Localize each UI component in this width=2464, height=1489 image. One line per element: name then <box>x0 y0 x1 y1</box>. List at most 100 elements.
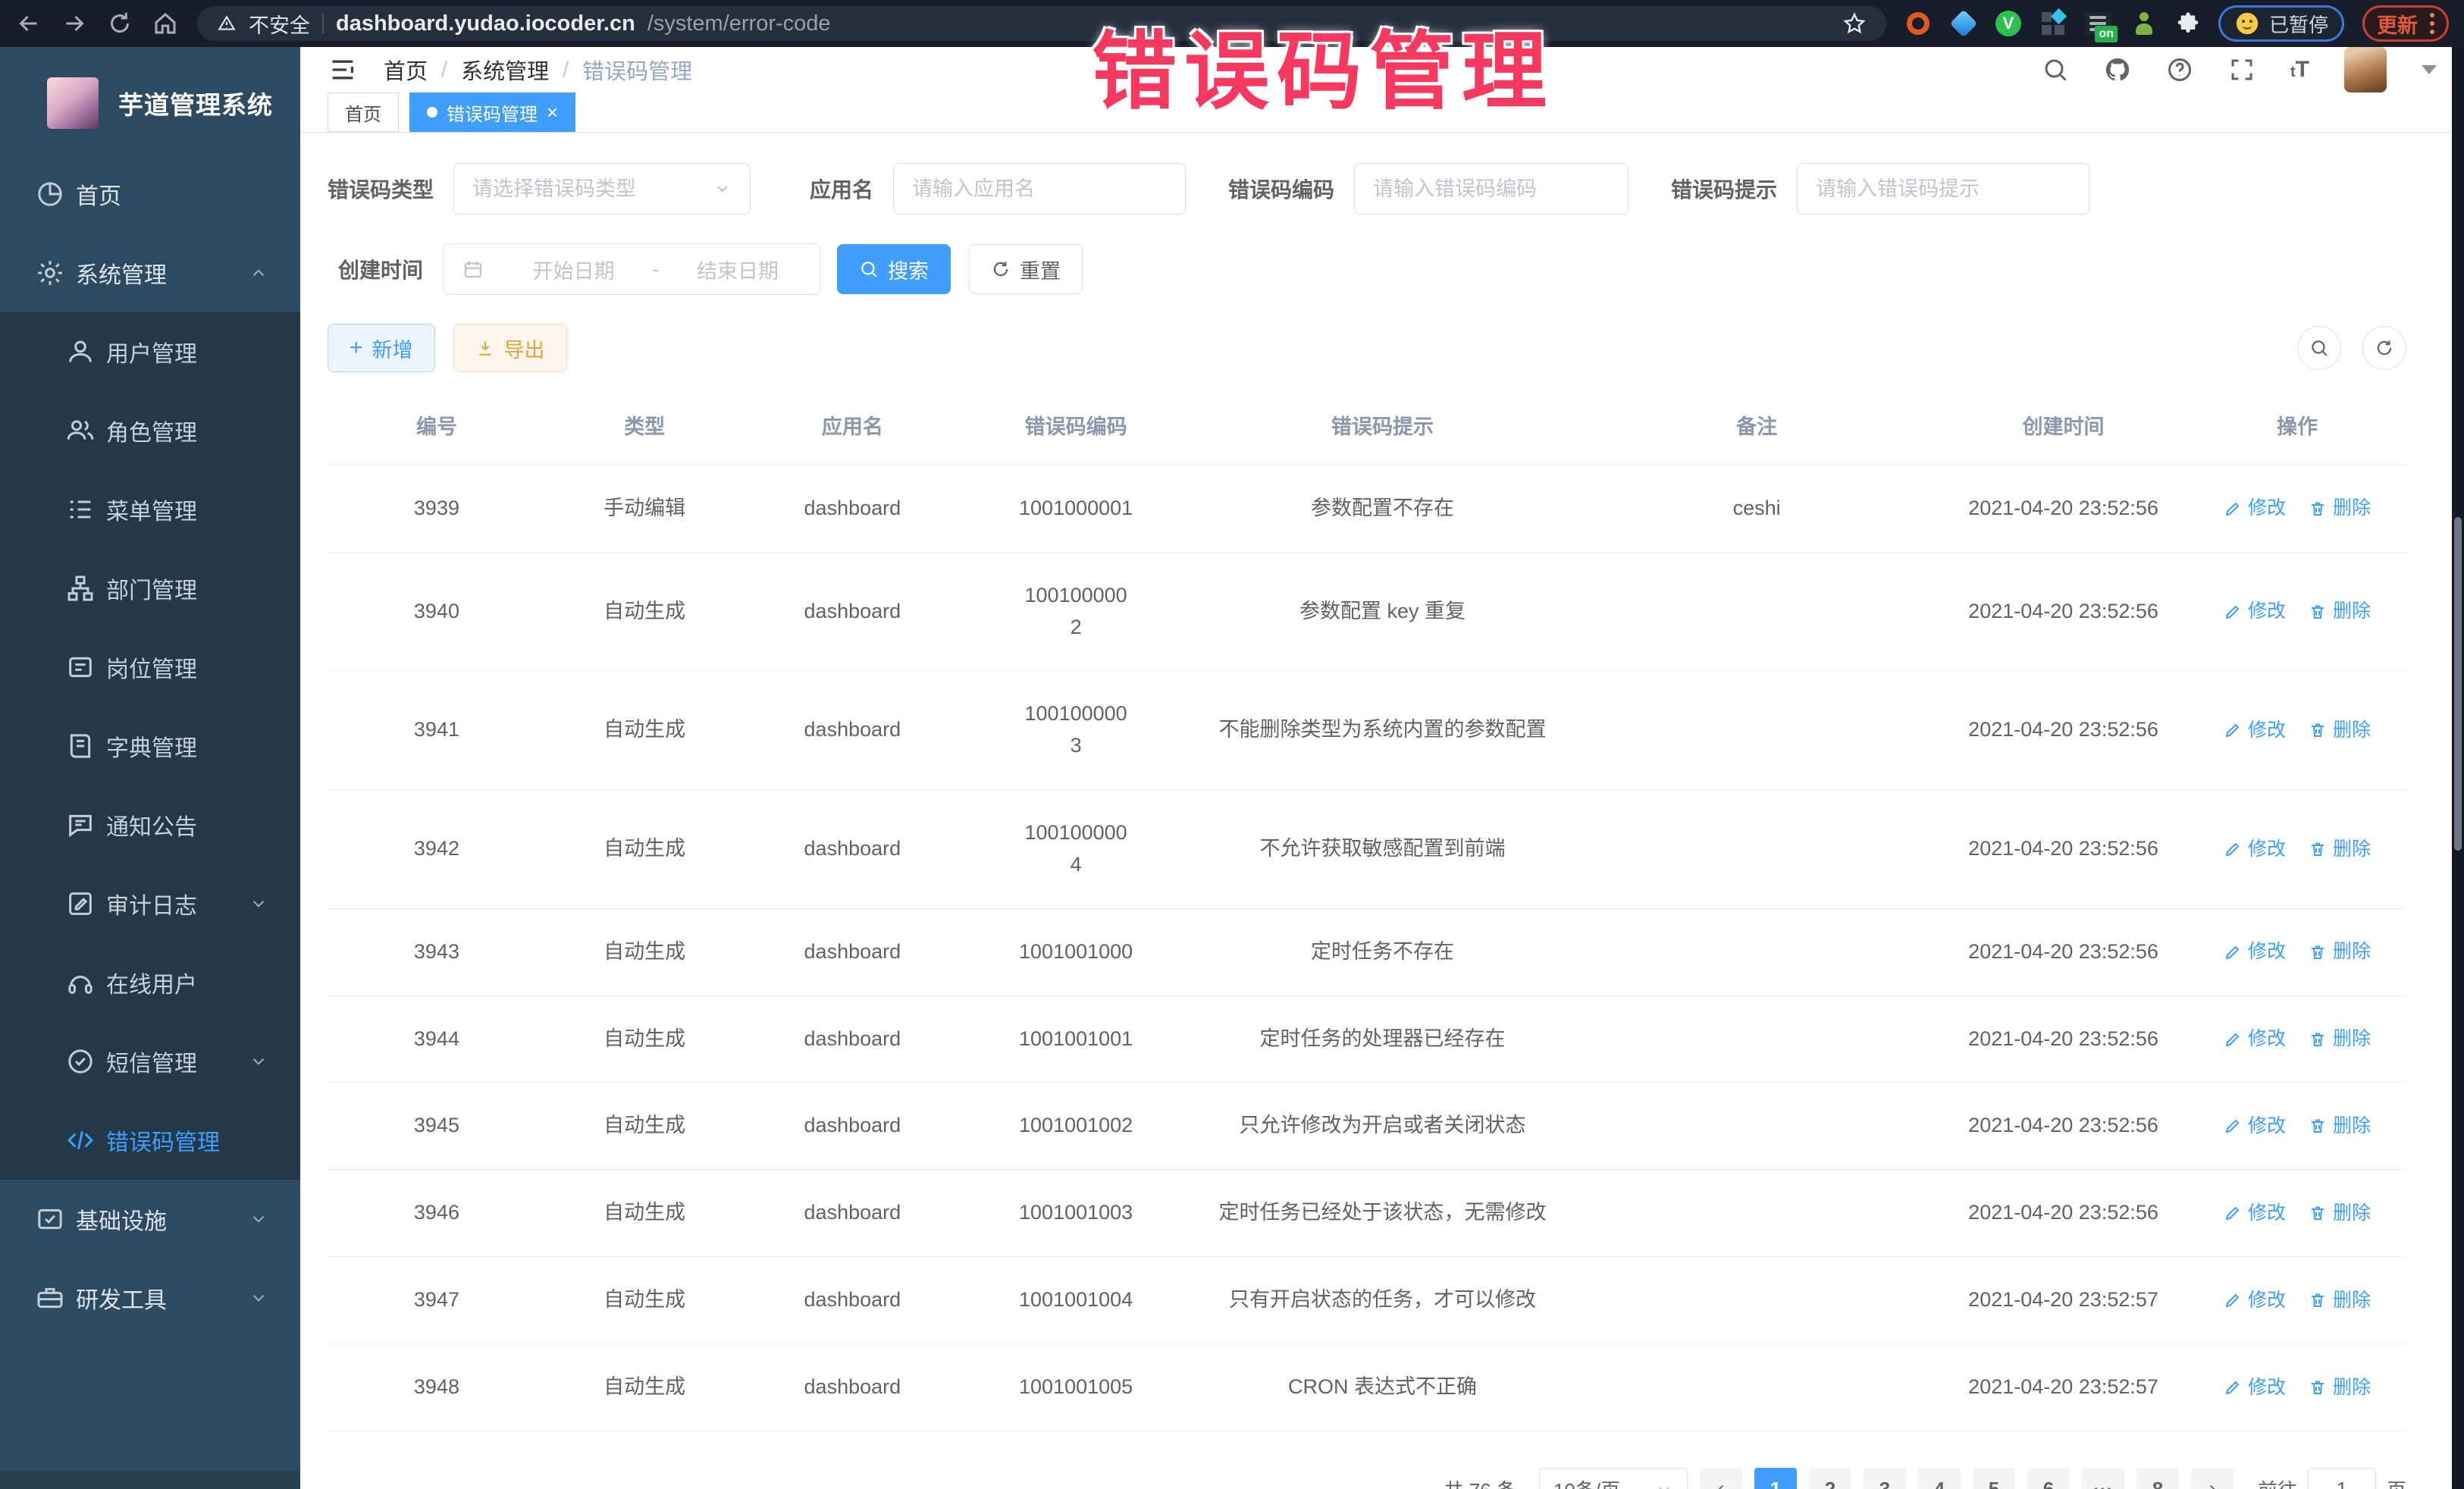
url-bar[interactable]: 不安全 dashboard.yudao.iocoder.cn /system/e… <box>197 6 1886 41</box>
table-row: 3940自动生成dashboard100100000 2参数配置 key 重复2… <box>328 553 2406 672</box>
window-scrollbar[interactable] <box>2452 47 2464 1489</box>
edit-link[interactable]: 修改 <box>2224 597 2286 626</box>
sidebar-item-system[interactable]: 系统管理 <box>0 234 300 312</box>
browser-update-button[interactable]: 更新 <box>2362 5 2449 42</box>
sidebar-item-departments[interactable]: 部门管理 <box>0 549 300 628</box>
edit-icon <box>2224 721 2242 739</box>
error-code-input-box[interactable] <box>1354 163 1629 215</box>
extensions-puzzle-icon[interactable] <box>2176 11 2200 36</box>
delete-link[interactable]: 删除 <box>2309 1373 2371 1403</box>
edit-link[interactable]: 修改 <box>2224 716 2286 745</box>
page-button[interactable]: 8 <box>2136 1468 2179 1489</box>
avatar-caret-icon[interactable] <box>2422 65 2437 74</box>
page-button[interactable]: 3 <box>1864 1468 1906 1489</box>
edit-link[interactable]: 修改 <box>2224 1024 2286 1054</box>
delete-link[interactable]: 删除 <box>2309 597 2371 626</box>
browser-back-icon[interactable] <box>15 10 42 37</box>
profile-paused-pill[interactable]: 已暂停 <box>2218 5 2344 42</box>
help-icon[interactable] <box>2166 56 2193 83</box>
sidebar-item-posts[interactable]: 岗位管理 <box>0 628 300 707</box>
reset-button[interactable]: 重置 <box>969 244 1083 294</box>
browser-home-icon[interactable] <box>152 10 179 37</box>
page-button[interactable]: 1 <box>1754 1468 1797 1489</box>
browser-menu-kebab-icon[interactable] <box>2430 13 2434 34</box>
error-msg-input-box[interactable] <box>1797 163 2089 215</box>
sidebar-item-dictionary[interactable]: 字典管理 <box>0 707 300 785</box>
sidebar-item-sms[interactable]: 短信管理 <box>0 1022 300 1101</box>
edit-link[interactable]: 修改 <box>2224 937 2286 967</box>
breadcrumb: 首页 / 系统管理 / 错误码管理 <box>384 54 692 86</box>
edit-link[interactable]: 修改 <box>2224 835 2286 864</box>
prev-page-button[interactable] <box>1700 1468 1742 1489</box>
tab-home[interactable]: 首页 <box>328 92 399 132</box>
page-size-select[interactable]: 10条/页 <box>1539 1468 1688 1489</box>
error-msg-input[interactable] <box>1816 177 2071 201</box>
bookmark-star-icon[interactable] <box>1842 11 1867 36</box>
page-ellipsis[interactable]: ··· <box>2082 1468 2124 1489</box>
extension-green-icon[interactable]: V <box>1995 11 2021 36</box>
cell-code: 100100000 3 <box>961 698 1190 762</box>
sidebar-item-home[interactable]: 首页 <box>0 155 300 234</box>
edit-link[interactable]: 修改 <box>2224 1199 2286 1228</box>
edit-link[interactable]: 修改 <box>2224 1286 2286 1315</box>
delete-link[interactable]: 删除 <box>2309 835 2371 864</box>
app-name-input[interactable] <box>912 177 1167 201</box>
delete-link[interactable]: 删除 <box>2309 494 2371 523</box>
tab-close-icon[interactable]: × <box>547 102 558 122</box>
extension-gem-icon[interactable] <box>1950 10 1977 37</box>
page-button[interactable]: 6 <box>2027 1468 2070 1489</box>
extension-person-icon[interactable] <box>2130 10 2158 37</box>
page-button[interactable]: 4 <box>1918 1468 1961 1489</box>
breadcrumb-section[interactable]: 系统管理 <box>461 54 549 86</box>
breadcrumb-home[interactable]: 首页 <box>384 54 428 86</box>
page-button[interactable]: 2 <box>1809 1468 1851 1489</box>
id-badge-icon <box>65 652 96 682</box>
sidebar-item-notices[interactable]: 通知公告 <box>0 785 300 864</box>
sidebar-item-infrastructure[interactable]: 基础设施 <box>0 1180 300 1259</box>
delete-link[interactable]: 删除 <box>2309 716 2371 745</box>
sidebar-collapse-bar[interactable] <box>0 1471 300 1489</box>
sidebar-item-roles[interactable]: 角色管理 <box>0 391 300 470</box>
export-button[interactable]: 导出 <box>453 324 567 372</box>
edit-link[interactable]: 修改 <box>2224 494 2286 523</box>
app-name-input-box[interactable] <box>893 163 1186 215</box>
error-code-input[interactable] <box>1373 177 1610 201</box>
sidebar-item-error-code[interactable]: 错误码管理 <box>0 1101 300 1180</box>
browser-forward-icon[interactable] <box>61 10 88 37</box>
delete-link[interactable]: 删除 <box>2309 1111 2371 1141</box>
error-type-select-input[interactable] <box>472 177 713 201</box>
delete-link[interactable]: 删除 <box>2309 937 2371 967</box>
sidebar-item-online-users[interactable]: 在线用户 <box>0 943 300 1022</box>
github-icon[interactable] <box>2104 56 2131 83</box>
delete-link[interactable]: 删除 <box>2309 1286 2371 1315</box>
hamburger-icon[interactable] <box>328 55 358 85</box>
goto-page-input[interactable] <box>2308 1468 2376 1489</box>
delete-link[interactable]: 删除 <box>2309 1024 2371 1054</box>
extension-grid-icon[interactable] <box>2039 10 2067 37</box>
error-type-select[interactable] <box>453 163 751 215</box>
browser-reload-icon[interactable] <box>106 10 133 37</box>
sidebar-item-audit-log[interactable]: 审计日志 <box>0 864 300 943</box>
extension-list-icon[interactable]: on <box>2085 10 2112 37</box>
tab-error-code[interactable]: 错误码管理 × <box>409 92 575 132</box>
page-button[interactable]: 5 <box>1973 1468 2015 1489</box>
sidebar-item-dev-tools[interactable]: 研发工具 <box>0 1259 300 1337</box>
extension-ring-icon[interactable] <box>1904 10 1932 37</box>
edit-link[interactable]: 修改 <box>2224 1111 2286 1141</box>
delete-link[interactable]: 删除 <box>2309 1199 2371 1228</box>
plus-icon: + <box>350 337 363 359</box>
toggle-search-button[interactable] <box>2297 326 2341 370</box>
sidebar-item-menus[interactable]: 菜单管理 <box>0 470 300 549</box>
refresh-table-button[interactable] <box>2362 326 2406 370</box>
fullscreen-icon[interactable] <box>2228 56 2256 83</box>
sidebar-item-users[interactable]: 用户管理 <box>0 312 300 391</box>
search-button[interactable]: 搜索 <box>837 244 951 294</box>
date-range-picker[interactable]: 开始日期 - 结束日期 <box>443 243 820 295</box>
next-page-button[interactable] <box>2191 1468 2234 1489</box>
font-size-icon[interactable]: tT <box>2290 57 2309 83</box>
search-icon[interactable] <box>2042 56 2069 83</box>
user-avatar[interactable] <box>2344 47 2387 92</box>
scrollbar-thumb[interactable] <box>2454 517 2462 851</box>
edit-link[interactable]: 修改 <box>2224 1373 2286 1403</box>
add-button[interactable]: + 新增 <box>328 324 435 372</box>
